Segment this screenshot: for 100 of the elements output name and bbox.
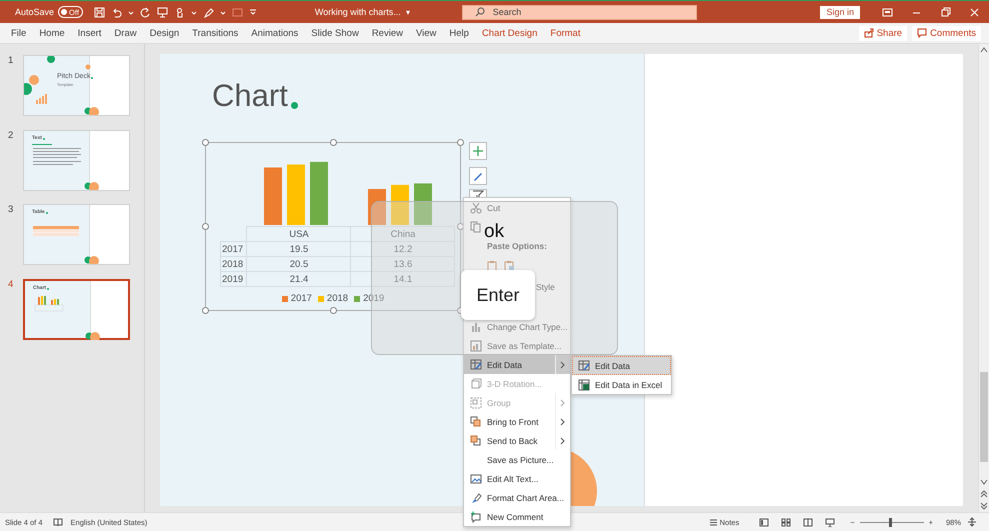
ribbon-display-icon[interactable] [882, 6, 893, 18]
typed-text: ok [484, 222, 504, 241]
ribbon-tab[interactable]: Transitions [192, 28, 238, 38]
menu-item: Group [464, 393, 570, 412]
slide-sorter-icon[interactable] [781, 518, 792, 526]
bar [310, 162, 328, 225]
sign-in-button[interactable]: Sign in [820, 6, 860, 18]
reading-view-icon[interactable] [803, 518, 814, 526]
circle-decoration [84, 182, 99, 190]
legend-label: 2019 [363, 293, 384, 304]
spreadsheet-icon [578, 378, 590, 390]
resize-handle[interactable] [330, 139, 337, 146]
scroll-up-icon[interactable] [980, 46, 988, 54]
resize-handle[interactable] [202, 307, 209, 314]
chart-elements-button[interactable] [469, 142, 487, 160]
row-header: 2017 [220, 242, 246, 256]
ribbon-tab[interactable]: Animations [251, 28, 298, 38]
save-icon[interactable] [94, 6, 105, 18]
scissors-icon [470, 202, 482, 214]
slide-number: 3 [7, 204, 14, 215]
ribbon-tab[interactable]: Draw [114, 28, 137, 38]
menu-section-header: Paste Options: [486, 240, 548, 253]
menu-item[interactable]: Cut [464, 198, 570, 217]
plus-icon [472, 145, 484, 157]
menu-item[interactable]: Bring to Front [464, 412, 570, 431]
ribbon-tab[interactable]: Format [550, 28, 580, 38]
ribbon-tab[interactable]: Help [449, 28, 469, 38]
book-icon[interactable] [52, 518, 63, 526]
menu-item[interactable]: Format Chart Area... [464, 488, 570, 507]
chevron-icon [560, 360, 566, 368]
key-cap: Enter [461, 270, 535, 320]
table-cell: 13.6 [350, 256, 454, 272]
pen-icon[interactable] [202, 6, 214, 18]
chart-icon [470, 320, 482, 332]
layers-icon [470, 416, 482, 428]
ribbon-tab[interactable]: Review [372, 28, 403, 38]
customize-icon[interactable] [248, 6, 257, 18]
cube-icon [470, 378, 482, 390]
menu-item[interactable]: Edit Alt Text... [464, 469, 570, 488]
slideshow-icon[interactable] [825, 518, 836, 526]
close-icon[interactable] [969, 6, 980, 18]
bar [264, 167, 282, 225]
ribbon-tab[interactable]: File [11, 28, 26, 38]
brush-icon [472, 170, 484, 182]
presentation-icon[interactable] [156, 6, 168, 18]
resize-handle[interactable] [202, 139, 209, 146]
fit-slide-icon[interactable] [967, 517, 977, 527]
restore-icon[interactable] [940, 6, 951, 18]
chart-styles-button[interactable] [469, 167, 487, 185]
menu-item[interactable]: Save as Picture... [464, 450, 570, 469]
search-input[interactable]: Search [484, 7, 696, 17]
scroll-down-icon[interactable] [980, 478, 988, 486]
normal-view-icon[interactable] [759, 518, 770, 526]
chevron-icon [560, 418, 566, 426]
ribbon-tab[interactable]: Design [150, 28, 180, 38]
table-cell: 20.5 [246, 256, 350, 272]
accent-dot [291, 102, 298, 109]
bar-chart-drawing [36, 94, 47, 104]
next-slide-icon[interactable] [980, 502, 988, 510]
previous-slide-icon[interactable] [980, 490, 988, 498]
ribbon-tab[interactable]: Home [39, 28, 65, 38]
table-cell: 14.1 [350, 272, 454, 286]
table-cell: 12.2 [350, 242, 454, 256]
circle-decoration [24, 56, 90, 95]
table-edit-icon [470, 358, 482, 370]
group-icon [470, 396, 482, 408]
menu-item[interactable]: Send to Back [464, 431, 570, 450]
row-header: 2018 [220, 256, 246, 272]
circle-decoration [84, 256, 99, 264]
search-field[interactable]: Search [462, 4, 697, 20]
row-header: 2019 [220, 272, 246, 286]
notes-icon [708, 518, 718, 526]
bar [287, 164, 305, 225]
menu-item[interactable]: Edit Data [464, 355, 570, 374]
ribbon-tab[interactable]: Slide Show [311, 28, 359, 38]
share-button[interactable]: Share [858, 26, 908, 40]
ribbon-tab[interactable]: Insert [78, 28, 102, 38]
ribbon-tab[interactable]: Chart Design [482, 28, 538, 38]
column-header: China [350, 226, 454, 242]
menu-item[interactable]: New Comment [464, 507, 570, 526]
caret-icon[interactable]: ▾ [406, 8, 410, 16]
resize-handle[interactable] [457, 139, 464, 146]
resize-handle[interactable] [330, 307, 337, 314]
scrollbar-thumb[interactable] [980, 372, 988, 462]
comment-icon [917, 28, 928, 38]
chevron-icon [560, 398, 566, 406]
bar [391, 184, 409, 225]
menu-item[interactable]: Edit Data [572, 356, 671, 375]
circle-decoration [84, 107, 99, 115]
comments-button[interactable]: Comments [912, 26, 981, 40]
zoom-slider-thumb[interactable] [888, 518, 892, 526]
menu-item[interactable]: Change Chart Type... [464, 317, 570, 336]
redo-icon[interactable] [140, 6, 151, 18]
resize-handle[interactable] [202, 223, 209, 230]
chart-icon [470, 340, 482, 352]
menu-item[interactable]: Edit Data in Excel [572, 375, 671, 394]
chart-area[interactable]: USA China 2017 19.5 12.2 2018 20.5 13.6 2019 21.4 14.1 2017 2018 2019 [205, 142, 461, 311]
ribbon-tab[interactable]: View [416, 28, 436, 38]
legend-label: 2017 [290, 293, 312, 304]
undo-icon[interactable] [110, 6, 122, 18]
